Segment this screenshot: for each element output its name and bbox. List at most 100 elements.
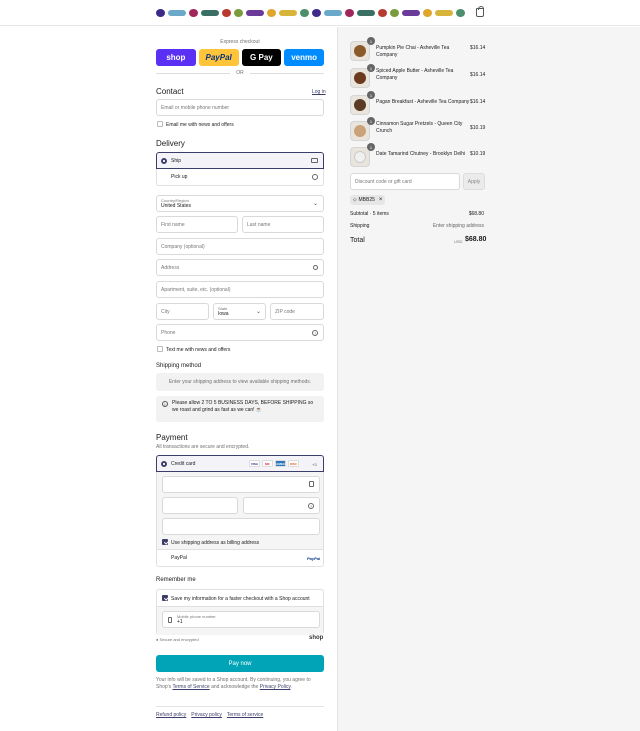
shipping-label: Shipping — [350, 223, 370, 229]
product-thumbnail — [350, 121, 370, 141]
express-buttons: shop PayPal G Pay venmo — [156, 49, 324, 66]
bag-icon[interactable] — [476, 6, 484, 17]
quantity-badge: 1 — [367, 37, 375, 45]
garnish-icon — [201, 10, 219, 16]
product-price: $10.19 — [470, 151, 486, 157]
name-on-card-field[interactable] — [162, 518, 320, 535]
express-shop-button[interactable]: shop — [156, 49, 196, 66]
billing-same-label: Use shipping address as billing address — [171, 540, 260, 546]
terms-of-service-link[interactable]: Terms of service — [227, 712, 263, 718]
shop-logo: shop — [309, 635, 324, 641]
shipping-notice-text: Please allow 2 TO 5 BUSINESS DAYS, BEFOR… — [172, 400, 314, 413]
help-icon[interactable]: ? — [308, 503, 314, 509]
refund-policy-link[interactable]: Refund policy — [156, 712, 186, 718]
express-paypal-button[interactable]: PayPal — [198, 49, 239, 66]
express-g-pay-button[interactable]: G Pay — [241, 49, 282, 66]
garnish-icon — [222, 9, 231, 17]
security-code-field[interactable]: ? — [243, 497, 320, 514]
garnish-icon — [390, 9, 399, 17]
credit-card-label: Credit card — [171, 461, 196, 467]
apply-button[interactable]: Apply — [463, 173, 485, 190]
lock-icon: ● — [156, 637, 159, 642]
garnish-icon — [357, 10, 375, 16]
email-field[interactable]: Email or mobile phone number — [156, 99, 324, 116]
payment-subtitle: All transactions are secure and encrypte… — [156, 444, 250, 450]
footer-links: Refund policy Privacy policy Terms of se… — [156, 712, 263, 718]
order-item: 1 Cinnamon Sugar Pretzels - Queen City Cr… — [338, 117, 640, 143]
card-number-field[interactable] — [162, 476, 320, 493]
top-bar — [0, 0, 640, 26]
or-text: OR — [236, 70, 244, 76]
zip-field[interactable]: ZIP code — [270, 303, 324, 320]
truck-icon — [311, 158, 318, 163]
payment-heading: Payment — [156, 433, 188, 442]
subtotal-value: $68.80 — [468, 211, 484, 217]
header-garnish-banner — [156, 6, 466, 20]
order-item: 1 Pagan Breakfast - Asheville Tea Company… — [338, 91, 640, 117]
chevron-down-icon: ⌄ — [255, 309, 261, 315]
remove-code-icon[interactable]: × — [379, 197, 383, 203]
product-thumbnail — [350, 68, 370, 88]
card-fields-area: ? Use shipping address as billing addres… — [156, 472, 324, 550]
quantity-badge: 1 — [367, 64, 375, 72]
ship-radio[interactable] — [161, 158, 167, 164]
apartment-field[interactable]: Apartment, suite, etc. (optional) — [156, 281, 324, 298]
save-info-checkbox[interactable] — [162, 595, 168, 601]
last-name-field[interactable]: Last name — [242, 216, 324, 233]
pay-now-button[interactable]: Pay now — [156, 655, 324, 672]
expiry-field[interactable] — [162, 497, 238, 514]
privacy-link[interactable]: Privacy Policy — [260, 684, 291, 690]
tag-icon: ⬦ — [353, 197, 357, 203]
mobile-phone-field[interactable]: Mobile phone number +1 — [162, 611, 320, 628]
discount-code: MBB25 — [358, 197, 375, 203]
phone-field[interactable]: Phone ? — [156, 324, 324, 341]
help-icon[interactable]: ? — [312, 330, 318, 336]
ship-option[interactable]: Ship — [156, 152, 324, 169]
garnish-icon — [246, 10, 264, 16]
or-divider: OR — [156, 69, 324, 77]
product-name: Pagan Breakfast - Asheville Tea Company — [376, 99, 470, 105]
garnish-icon — [435, 10, 453, 16]
delivery-heading: Delivery — [156, 139, 185, 148]
paypal-label: PayPal — [171, 555, 187, 561]
state-select[interactable]: State Iowa ⌄ — [213, 303, 266, 320]
pickup-option[interactable]: Pick up — [156, 169, 324, 186]
company-field[interactable]: Company (optional) — [156, 238, 324, 255]
credit-card-option[interactable]: Credit card VISA MC AMEX DISC +3 — [156, 455, 324, 472]
email-news-checkbox[interactable] — [157, 121, 163, 127]
discount-input[interactable]: Discount code or gift card — [350, 173, 460, 190]
footer-divider — [156, 706, 324, 707]
credit-card-radio[interactable] — [161, 461, 167, 467]
text-news-label: Text me with news and offers — [166, 347, 231, 353]
paypal-option[interactable]: PayPal PayPal — [156, 550, 324, 567]
garnish-icon — [378, 9, 387, 17]
express-venmo-button[interactable]: venmo — [284, 49, 324, 66]
billing-same-checkbox[interactable] — [162, 539, 168, 545]
lock-icon — [309, 481, 314, 487]
city-field[interactable]: City — [156, 303, 209, 320]
info-icon: i — [162, 401, 168, 407]
login-link[interactable]: Log in — [312, 89, 326, 95]
first-name-field[interactable]: First name — [156, 216, 238, 233]
garnish-icon — [312, 9, 321, 17]
order-item: 1 Spiced Apple Butter - Asheville Tea Com… — [338, 64, 640, 90]
terms-link[interactable]: Terms of Service — [172, 684, 209, 690]
subtotal-label: Subtotal · 5 items — [350, 211, 389, 217]
contact-heading: Contact — [156, 87, 184, 96]
card-visa-icon: VISA — [249, 460, 260, 467]
product-name: Pumpkin Pie Chai - Asheville Tea Company — [376, 45, 450, 58]
quantity-badge: 1 — [367, 143, 375, 151]
garnish-icon — [423, 9, 432, 17]
phone-icon — [168, 617, 172, 623]
address-field[interactable]: Address — [156, 259, 324, 276]
product-thumbnail — [350, 147, 370, 167]
text-news-checkbox[interactable] — [157, 346, 163, 352]
garnish-icon — [267, 9, 276, 17]
garnish-icon — [324, 10, 342, 16]
secure-text: ● Secure and encrypted — [156, 637, 199, 642]
product-price: $16.14 — [470, 72, 486, 78]
pickup-label: Pick up — [171, 174, 188, 180]
country-select[interactable]: Country/Region United States ⌄ — [156, 195, 324, 212]
privacy-policy-link[interactable]: Privacy policy — [191, 712, 222, 718]
ship-label: Ship — [171, 158, 182, 164]
